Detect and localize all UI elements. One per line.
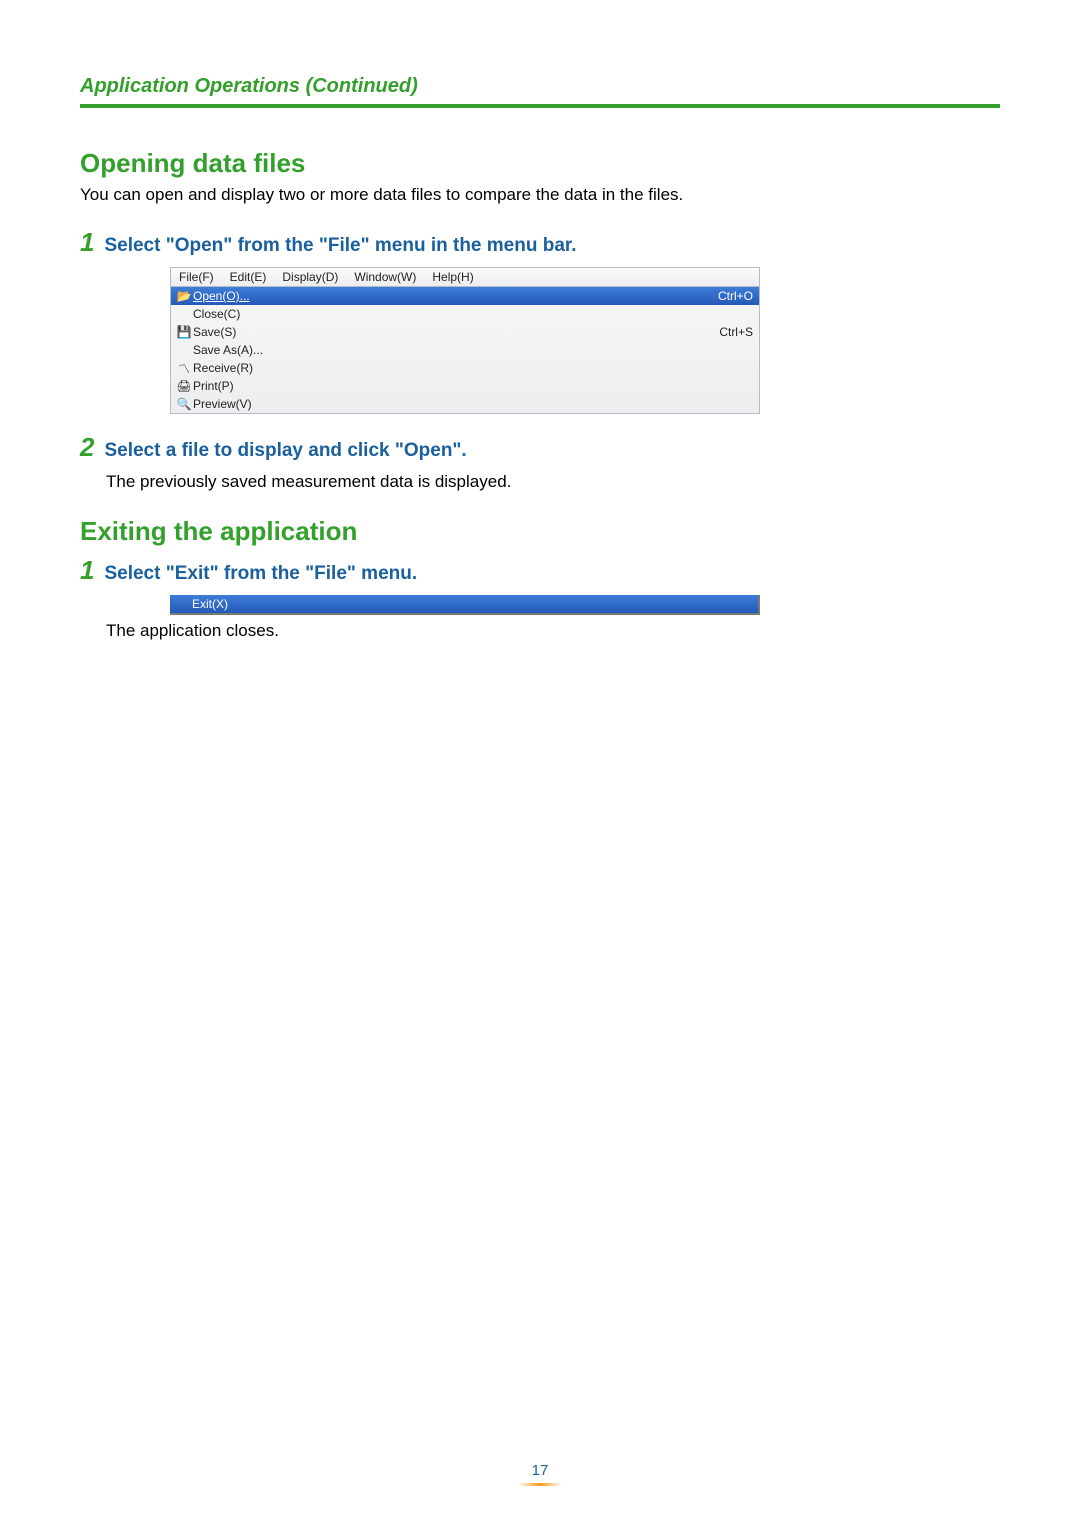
menu-item-close[interactable]: Close(C) [171,305,759,323]
menubar-file[interactable]: File(F) [171,270,222,284]
menubar-edit[interactable]: Edit(E) [222,270,275,284]
page-number: 17 [532,1462,549,1483]
menu-item-shortcut: Ctrl+O [708,289,753,303]
heading-exiting-application: Exiting the application [80,516,1000,547]
menu-item-receive[interactable]: 〽 Receive(R) [171,359,759,377]
menubar-help[interactable]: Help(H) [424,270,481,284]
section-header: Application Operations (Continued) [80,75,1000,98]
menu-item-save-as[interactable]: Save As(A)... [171,341,759,359]
menu-item-label: Receive(R) [193,361,743,375]
menubar-display[interactable]: Display(D) [274,270,346,284]
menu-item-label: Save As(A)... [193,343,743,357]
step-exit-1: 1 Select "Exit" from the "File" menu. [80,557,1000,585]
page-footer: 17 [0,1462,1080,1486]
magnifier-icon: 🔍 [175,397,193,411]
page-number-underline [518,1483,562,1486]
menu-item-label: Open(O)... [193,289,708,303]
open-folder-icon: 📂 [175,289,193,303]
pulse-icon: 〽 [175,360,193,377]
header-rule [80,104,1000,108]
file-menu-screenshot: File(F) Edit(E) Display(D) Window(W) Hel… [170,267,760,414]
menu-item-print[interactable]: 🖨 Print(P) [171,377,759,395]
menu-item-label: Save(S) [193,325,709,339]
menu-item-label: Print(P) [193,379,743,393]
step-number: 1 [80,557,94,583]
menu-item-label: Preview(V) [193,397,743,411]
heading-opening-data-files: Opening data files [80,148,1000,179]
step-title: Select a file to display and click "Open… [104,440,466,462]
opening-intro-text: You can open and display two or more dat… [80,185,1000,205]
menu-item-save[interactable]: 💾 Save(S) Ctrl+S [171,323,759,341]
menu-item-open[interactable]: 📂 Open(O)... Ctrl+O [171,287,759,305]
menu-item-exit[interactable]: Exit(X) [170,595,760,615]
file-dropdown: 📂 Open(O)... Ctrl+O Close(C) 💾 Save(S) C… [170,287,760,414]
exit-result-text: The application closes. [106,621,1000,641]
step-title: Select "Open" from the "File" menu in th… [104,235,576,257]
menu-item-label: Close(C) [193,307,743,321]
step-open-2-text: The previously saved measurement data is… [106,472,1000,492]
step-number: 2 [80,434,94,460]
menubar: File(F) Edit(E) Display(D) Window(W) Hel… [170,267,760,287]
menubar-window[interactable]: Window(W) [346,270,424,284]
menu-item-label: Exit(X) [192,597,228,611]
step-title: Select "Exit" from the "File" menu. [104,563,417,585]
menu-item-shortcut: Ctrl+S [709,325,753,339]
menu-item-preview[interactable]: 🔍 Preview(V) [171,395,759,413]
save-disk-icon: 💾 [175,325,193,339]
printer-icon: 🖨 [175,379,193,393]
step-open-2: 2 Select a file to display and click "Op… [80,434,1000,462]
step-number: 1 [80,229,94,255]
step-open-1: 1 Select "Open" from the "File" menu in … [80,229,1000,257]
